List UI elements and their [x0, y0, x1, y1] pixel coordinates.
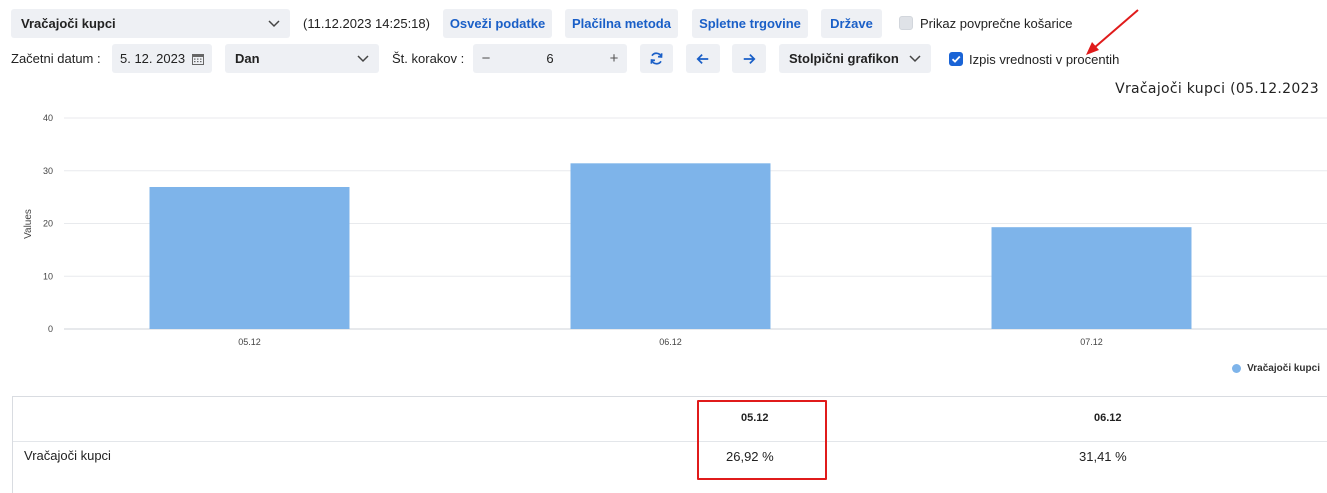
arrow-right-icon: [743, 53, 756, 64]
start-date-value: 5. 12. 2023: [120, 51, 186, 66]
chevron-down-icon: [357, 54, 369, 62]
table-cell-2: 31,41 %: [1079, 449, 1127, 464]
table-row-label: Vračajoči kupci: [24, 448, 111, 463]
y-axis-label: Values: [23, 209, 34, 239]
table-divider: [13, 441, 1327, 442]
report-select[interactable]: Vračajoči kupci: [11, 9, 290, 38]
online-stores-button[interactable]: Spletne trgovine: [692, 9, 808, 38]
refresh-data-button[interactable]: Osveži podatke: [443, 9, 552, 38]
percent-values-checkbox[interactable]: [949, 52, 963, 66]
x-tick-label: 07.12: [1080, 337, 1103, 347]
data-table: [12, 396, 1327, 493]
bar-07.12[interactable]: [991, 227, 1192, 329]
next-button[interactable]: [732, 44, 766, 73]
x-axis-ticks: 05.12 06.12 07.12: [238, 337, 1103, 347]
chart-title: Vračajoči kupci (05.12.2023: [1115, 81, 1319, 97]
report-select-value: Vračajoči kupci: [21, 16, 116, 31]
y-axis-ticks: 0 10 20 30 40: [43, 113, 53, 334]
y-tick-label: 0: [48, 324, 53, 334]
steps-stepper[interactable]: − 6 +: [473, 44, 627, 73]
y-tick-label: 20: [43, 219, 53, 229]
refresh-icon: [650, 52, 663, 65]
steps-label: Št. korakov :: [392, 51, 465, 66]
x-tick-label: 05.12: [238, 337, 261, 347]
refresh-timestamp: (11.12.2023 14:25:18): [303, 16, 430, 31]
chart-type-select-value: Stolpični grafikon: [789, 51, 899, 66]
payment-method-button[interactable]: Plačilna metoda: [565, 9, 678, 38]
x-tick-label: 06.12: [659, 337, 682, 347]
legend-label: Vračajoči kupci: [1247, 363, 1320, 374]
steps-value[interactable]: 6: [499, 44, 601, 73]
legend-swatch: [1232, 364, 1242, 373]
start-date-input[interactable]: 5. 12. 2023: [112, 44, 212, 73]
period-select-value: Dan: [235, 51, 260, 66]
arrow-left-icon: [696, 53, 709, 64]
checkmark-icon: [951, 55, 961, 63]
reload-button[interactable]: [640, 44, 673, 73]
bar-06.12[interactable]: [570, 163, 771, 329]
chart-type-select[interactable]: Stolpični grafikon: [779, 44, 931, 73]
avg-basket-label: Prikaz povprečne košarice: [920, 16, 1073, 31]
calendar-icon[interactable]: [192, 53, 204, 65]
chevron-down-icon: [909, 54, 921, 62]
bar-05.12[interactable]: [149, 186, 350, 329]
increment-button[interactable]: +: [601, 44, 627, 73]
table-header-col-2: 06.12: [1094, 412, 1122, 424]
y-tick-label: 10: [43, 271, 53, 281]
countries-button[interactable]: Države: [821, 9, 882, 38]
chevron-down-icon: [268, 19, 280, 27]
annotation-arrow: [1086, 9, 1139, 55]
decrement-button[interactable]: −: [473, 44, 499, 73]
bar-chart: 0 10 20 30 40 Values 05.12 06.12 07.12: [23, 113, 1327, 347]
avg-basket-checkbox[interactable]: [899, 16, 913, 30]
start-date-label: Začetni datum :: [11, 51, 101, 66]
y-tick-label: 30: [43, 166, 53, 176]
previous-button[interactable]: [686, 44, 720, 73]
chart-bars: [149, 163, 1192, 329]
period-select[interactable]: Dan: [225, 44, 379, 73]
chart-legend: Vračajoči kupci: [1232, 363, 1320, 374]
y-tick-label: 40: [43, 113, 53, 123]
annotation-highlight-box: [697, 400, 827, 480]
